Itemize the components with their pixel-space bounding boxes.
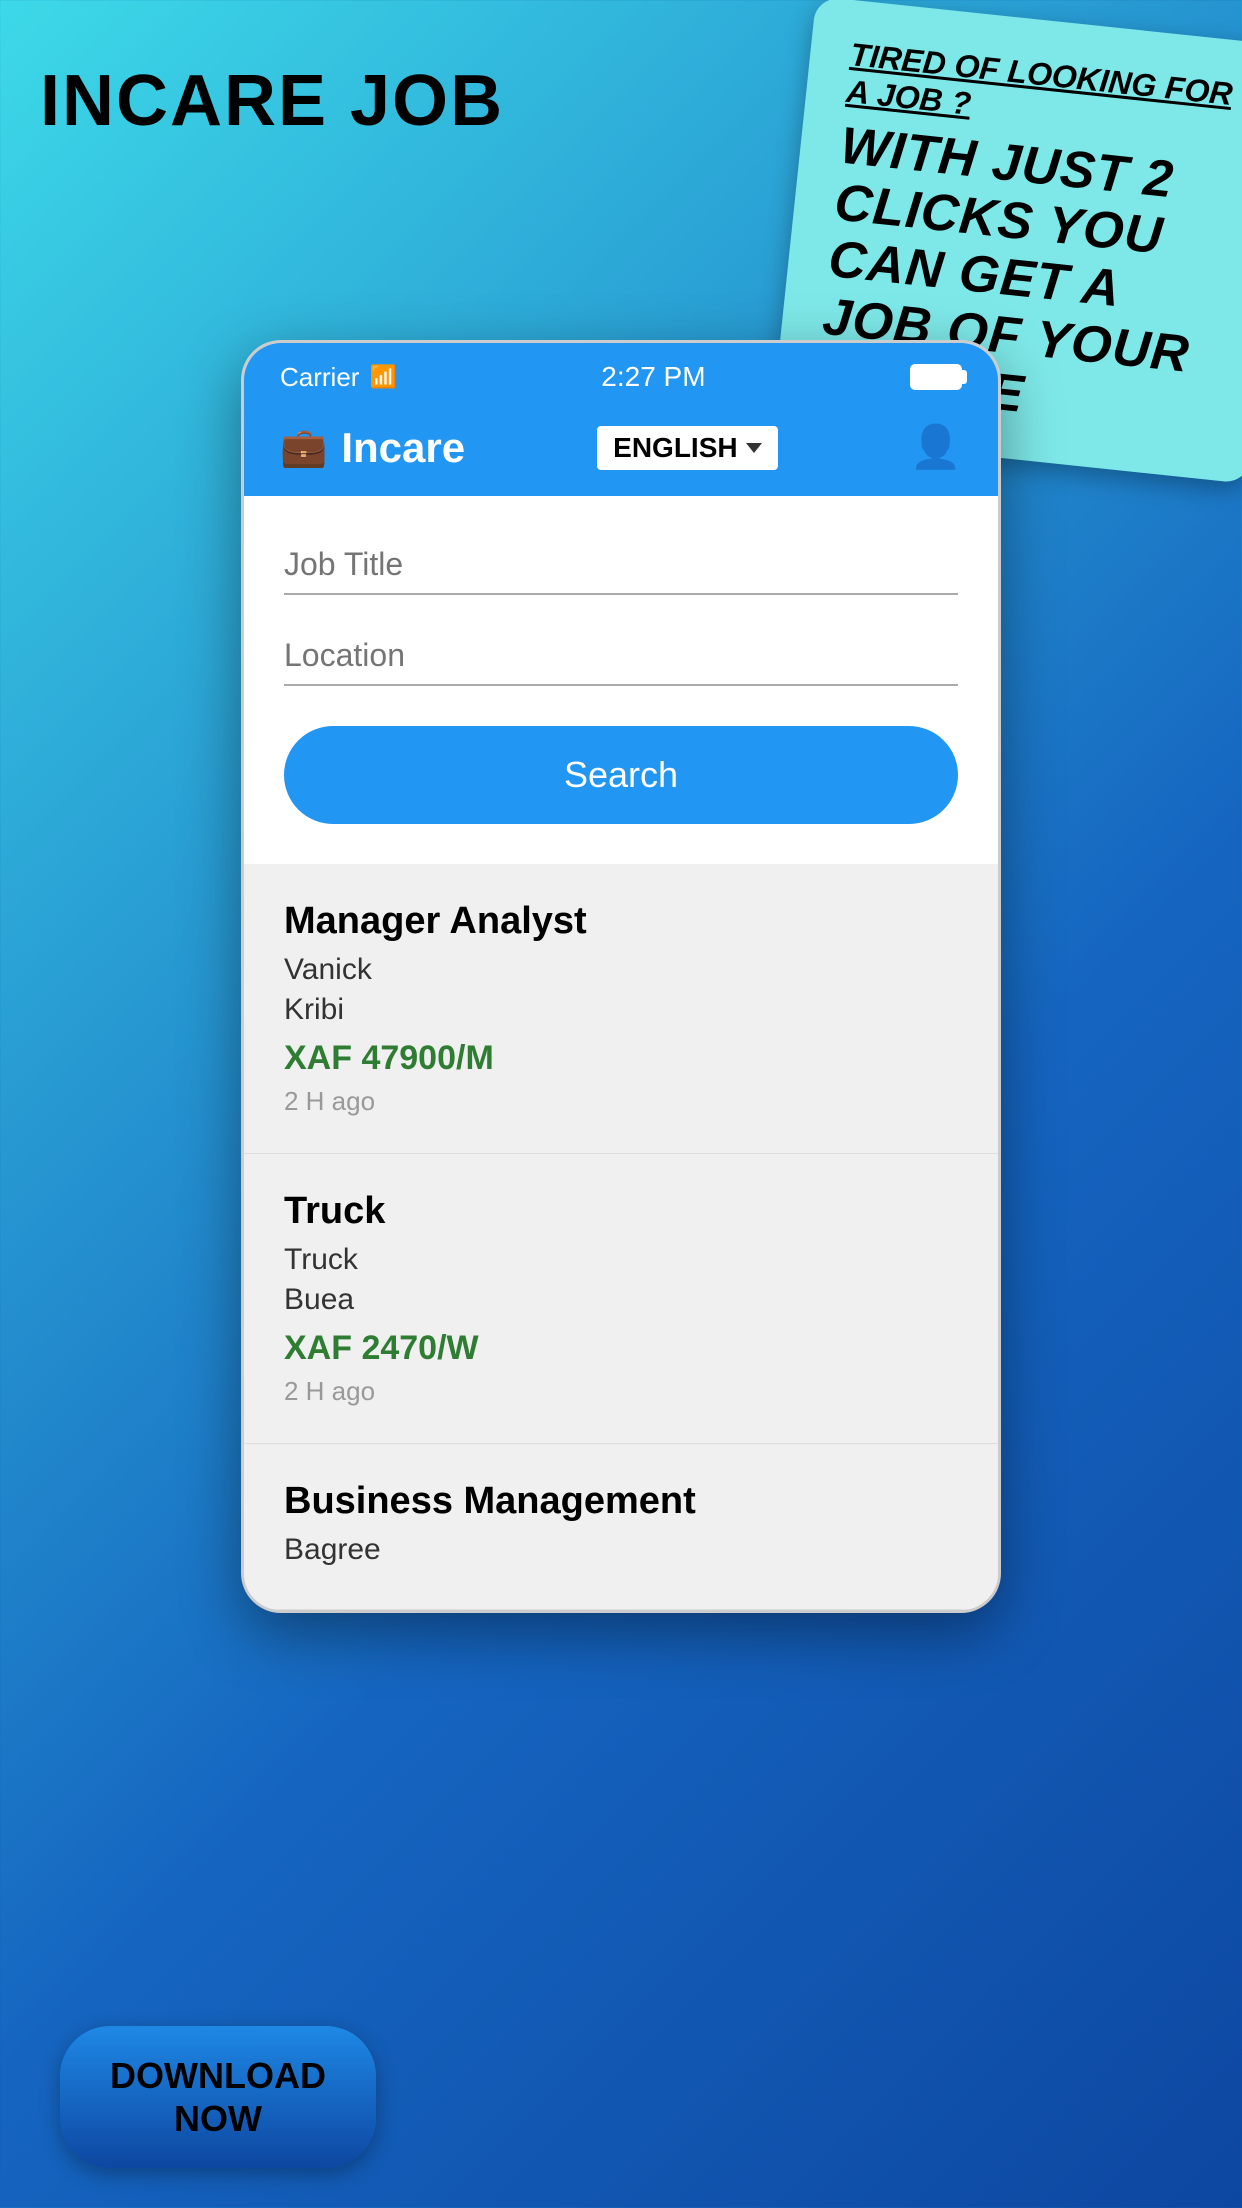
job-salary-1: XAF 2470/W bbox=[284, 1329, 958, 1368]
job-title-1: Truck bbox=[284, 1190, 958, 1233]
search-button[interactable]: Search bbox=[284, 726, 958, 824]
location-group bbox=[284, 627, 958, 686]
job-company-1: Truck bbox=[284, 1243, 958, 1277]
brand-title: INCARE JOB bbox=[40, 60, 504, 142]
chevron-down-icon bbox=[746, 443, 762, 453]
language-selector[interactable]: ENGLISH bbox=[597, 426, 777, 470]
phone-mockup: Carrier 📶 2:27 PM 💼 Incare ENGLISH 👤 Sea… bbox=[241, 340, 1001, 1613]
app-name: Incare bbox=[341, 424, 465, 472]
status-time: 2:27 PM bbox=[601, 361, 705, 393]
status-bar: Carrier 📶 2:27 PM bbox=[244, 343, 998, 403]
job-title-input[interactable] bbox=[284, 536, 958, 595]
job-title-group bbox=[284, 536, 958, 595]
job-card-1[interactable]: Truck Truck Buea XAF 2470/W 2 H ago bbox=[244, 1154, 998, 1444]
job-time-1: 2 H ago bbox=[284, 1376, 958, 1407]
job-card-0[interactable]: Manager Analyst Vanick Kribi XAF 47900/M… bbox=[244, 864, 998, 1154]
job-card-2[interactable]: Business Management Bagree bbox=[244, 1444, 998, 1610]
job-title-2: Business Management bbox=[284, 1480, 958, 1523]
job-company-0: Vanick bbox=[284, 953, 958, 987]
language-label: ENGLISH bbox=[613, 432, 737, 464]
search-section: Search bbox=[244, 496, 998, 864]
job-time-0: 2 H ago bbox=[284, 1086, 958, 1117]
job-company-2: Bagree bbox=[284, 1533, 958, 1567]
job-salary-0: XAF 47900/M bbox=[284, 1039, 958, 1078]
download-line2: NOW bbox=[174, 2098, 262, 2139]
app-header: 💼 Incare ENGLISH 👤 bbox=[244, 403, 998, 496]
job-list: Manager Analyst Vanick Kribi XAF 47900/M… bbox=[244, 864, 998, 1610]
user-profile-icon[interactable]: 👤 bbox=[910, 423, 962, 472]
location-input[interactable] bbox=[284, 627, 958, 686]
battery-icon bbox=[910, 364, 962, 390]
download-line1: DOWNLOAD bbox=[110, 2055, 326, 2096]
job-title-0: Manager Analyst bbox=[284, 900, 958, 943]
download-now-button[interactable]: DOWNLOAD NOW bbox=[60, 2026, 376, 2168]
carrier-label: Carrier 📶 bbox=[280, 362, 397, 393]
briefcase-icon: 💼 bbox=[280, 426, 327, 470]
job-location-0: Kribi bbox=[284, 993, 958, 1027]
app-logo: 💼 Incare bbox=[280, 424, 465, 472]
job-location-1: Buea bbox=[284, 1283, 958, 1317]
wifi-icon: 📶 bbox=[369, 364, 396, 390]
